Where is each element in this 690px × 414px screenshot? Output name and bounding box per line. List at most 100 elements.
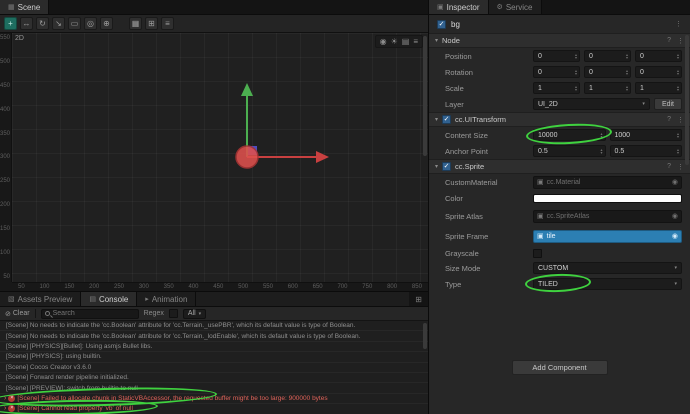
sprite-enabled-checkbox[interactable]: ✓ bbox=[442, 162, 452, 171]
tab-console[interactable]: ▤ Console bbox=[81, 292, 138, 306]
section-header-uitransform[interactable]: ▾ ✓ cc.UITransform ? ⋮ bbox=[429, 112, 690, 127]
position-z-input[interactable]: 0 bbox=[635, 50, 682, 62]
stepper-icons[interactable] bbox=[575, 69, 577, 76]
console-search-box[interactable] bbox=[40, 308, 139, 319]
grayscale-checkbox[interactable] bbox=[533, 248, 542, 258]
picker-icon[interactable]: ◉ bbox=[672, 178, 678, 186]
stepper-icons[interactable] bbox=[677, 69, 679, 76]
log-row[interactable]: [Scene] No needs to indicate the 'cc.Boo… bbox=[0, 331, 428, 342]
gizmo-x-axis-arrow[interactable] bbox=[247, 151, 329, 163]
stepper-icons[interactable] bbox=[626, 53, 628, 60]
regex-checkbox[interactable] bbox=[168, 309, 178, 318]
help-icon[interactable]: ? bbox=[667, 163, 671, 171]
stepper-icons[interactable] bbox=[600, 132, 602, 139]
stepper-icons[interactable] bbox=[626, 85, 628, 92]
tab-inspector[interactable]: ▣ Inspector bbox=[429, 0, 489, 14]
menu-icon[interactable]: ⋮ bbox=[677, 116, 684, 124]
help-icon[interactable]: ? bbox=[667, 37, 671, 45]
color-swatch[interactable] bbox=[533, 193, 682, 203]
scale-x-input[interactable]: 1 bbox=[533, 82, 580, 94]
tab-service[interactable]: ⚙ Service bbox=[488, 0, 542, 14]
stepper-icons[interactable] bbox=[575, 85, 577, 92]
log-row[interactable]: [Scene] Forward render pipeline initiali… bbox=[0, 373, 428, 384]
stepper-icons[interactable] bbox=[626, 69, 628, 76]
rect-tool-icon[interactable]: ▭ bbox=[68, 17, 81, 30]
coordinate-toggle-icon[interactable]: ⊕ bbox=[100, 17, 113, 30]
grid-view-icon[interactable]: ▤ bbox=[402, 37, 410, 46]
add-component-button[interactable]: Add Component bbox=[511, 360, 608, 375]
console-search-input[interactable] bbox=[52, 310, 135, 317]
position-y-input[interactable]: 0 bbox=[584, 50, 631, 62]
scale-z-input[interactable]: 1 bbox=[635, 82, 682, 94]
collapse-icon[interactable]: ▾ bbox=[435, 116, 438, 123]
log-expand-icon[interactable]: › bbox=[4, 395, 6, 402]
align-toggle-icon[interactable]: ≡ bbox=[161, 17, 174, 30]
rotate-tool-icon[interactable]: ↻ bbox=[36, 17, 49, 30]
node-enabled-checkbox[interactable]: ✓ bbox=[437, 19, 446, 29]
tab-assets-preview[interactable]: ▧ Assets Preview bbox=[0, 292, 82, 306]
tab-animation[interactable]: ▸ Animation bbox=[137, 292, 197, 306]
menu-icon[interactable]: ⋮ bbox=[677, 37, 684, 45]
content-size-width-input[interactable]: 10000 bbox=[533, 129, 606, 141]
panel-layout-icon[interactable]: ⊞ bbox=[409, 292, 428, 306]
sprite-atlas-field[interactable]: ▣ cc.SpriteAtlas ◉ bbox=[533, 209, 682, 223]
snap-toggle-icon[interactable]: ⊞ bbox=[145, 17, 158, 30]
uitransform-enabled-checkbox[interactable]: ✓ bbox=[442, 115, 452, 124]
log-row[interactable]: [Scene] [PREVIEW]: switch from builtin t… bbox=[0, 383, 428, 394]
move-tool-icon[interactable]: ↔ bbox=[20, 17, 33, 30]
stepper-icons[interactable] bbox=[677, 85, 679, 92]
view-2d-toggle[interactable]: 2D bbox=[15, 35, 24, 42]
sprite-frame-label: Sprite Frame bbox=[445, 231, 489, 241]
stepper-icons[interactable] bbox=[677, 148, 679, 155]
collapse-icon[interactable]: ▾ bbox=[435, 163, 438, 170]
log-row[interactable]: [Scene] [PHYSICS][Bullet]: Using asmjs B… bbox=[0, 342, 428, 353]
position-x-input[interactable]: 0 bbox=[533, 50, 580, 62]
scene-scrollbar[interactable] bbox=[423, 36, 427, 156]
log-row[interactable]: › × [Scene] Failed to allocate chunk in … bbox=[0, 394, 428, 405]
inspector-scrollbar[interactable] bbox=[685, 35, 689, 165]
picker-icon[interactable]: ◉ bbox=[672, 232, 678, 240]
log-row[interactable]: › × [Scene] Cannot read property 'vb' of… bbox=[0, 404, 428, 414]
anchor-x-input[interactable]: 0.5 bbox=[533, 145, 606, 157]
stats-icon[interactable]: ≡ bbox=[413, 37, 418, 46]
custom-material-field[interactable]: ▣ cc.Material ◉ bbox=[533, 175, 682, 189]
sprite-atlas-placeholder: cc.SpriteAtlas bbox=[546, 212, 590, 220]
console-scrollbar[interactable] bbox=[423, 323, 427, 349]
layer-edit-button[interactable]: Edit bbox=[653, 98, 682, 110]
sprite-frame-field[interactable]: ▣ tile ◉ bbox=[533, 229, 682, 243]
rotation-y-input[interactable]: 0 bbox=[584, 66, 631, 78]
scale-y-input[interactable]: 1 bbox=[584, 82, 631, 94]
log-row[interactable]: [Scene] No needs to indicate the 'cc.Boo… bbox=[0, 321, 428, 332]
content-size-height-input[interactable]: 1000 bbox=[609, 129, 682, 141]
stepper-icons[interactable] bbox=[600, 148, 602, 155]
anchor-y-input[interactable]: 0.5 bbox=[609, 145, 682, 157]
log-expand-icon[interactable]: › bbox=[4, 405, 6, 412]
log-row[interactable]: [Scene] Cocos Creator v3.6.0 bbox=[0, 363, 428, 373]
rotation-z-input[interactable]: 0 bbox=[635, 66, 682, 78]
camera-icon[interactable]: ◉ bbox=[380, 37, 387, 46]
grid-toggle-icon[interactable]: ▦ bbox=[129, 17, 142, 30]
section-header-sprite[interactable]: ▾ ✓ cc.Sprite ? ⋮ bbox=[429, 159, 690, 174]
pivot-toggle-icon[interactable]: ◎ bbox=[84, 17, 97, 30]
stepper-icons[interactable] bbox=[677, 53, 679, 60]
gizmo-origin-handle[interactable] bbox=[235, 145, 259, 169]
menu-icon[interactable]: ⋮ bbox=[677, 163, 684, 171]
picker-icon[interactable]: ◉ bbox=[672, 212, 678, 220]
layer-select[interactable]: UI_2D bbox=[533, 98, 650, 110]
node-menu-icon[interactable]: ⋮ bbox=[675, 20, 682, 28]
help-icon[interactable]: ? bbox=[667, 116, 671, 124]
section-header-node[interactable]: ▾ Node ? ⋮ bbox=[429, 33, 690, 48]
size-mode-select[interactable]: CUSTOM bbox=[533, 262, 682, 274]
scale-tool-icon[interactable]: ↘ bbox=[52, 17, 65, 30]
log-filter-select[interactable]: All bbox=[182, 308, 207, 319]
stepper-icons[interactable] bbox=[677, 132, 679, 139]
log-row[interactable]: [Scene] [PHYSICS]: using builtin. bbox=[0, 352, 428, 363]
stepper-icons[interactable] bbox=[575, 53, 577, 60]
tab-scene[interactable]: ▦ Scene bbox=[0, 0, 50, 14]
collapse-icon[interactable]: ▾ bbox=[435, 37, 438, 44]
type-select[interactable]: TILED bbox=[533, 278, 682, 290]
light-icon[interactable]: ☀ bbox=[391, 37, 398, 46]
anchor-tool-icon[interactable]: + bbox=[4, 17, 17, 30]
rotation-x-input[interactable]: 0 bbox=[533, 66, 580, 78]
clear-button[interactable]: ⊘ Clear bbox=[5, 310, 30, 318]
